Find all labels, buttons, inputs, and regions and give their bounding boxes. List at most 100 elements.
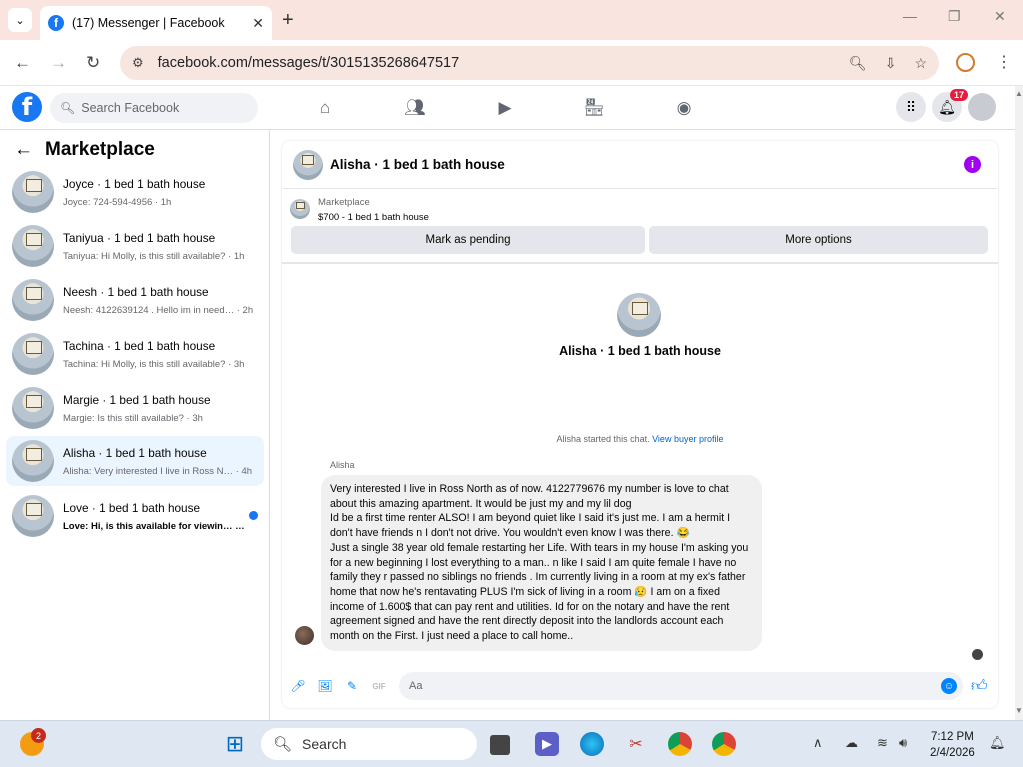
conversation-item[interactable]: Neesh · 1 bed 1 bath house Neesh: 4122639… <box>6 275 264 325</box>
message-input[interactable]: Aa ☺ <box>399 672 963 700</box>
site-info-icon[interactable]: ⚙ <box>132 55 144 71</box>
friends-icon[interactable]: 👥︎ <box>403 96 427 120</box>
facebook-search-input[interactable]: 🔍︎ Search Facebook <box>50 93 258 123</box>
new-tab-button[interactable]: + <box>282 9 294 32</box>
notification-center-icon[interactable]: 🔔︎ <box>989 735 1006 751</box>
conversation-avatar[interactable] <box>617 293 661 337</box>
conversation-item[interactable]: Margie · 1 bed 1 bath house Margie: Is th… <box>6 383 264 433</box>
scroll-up-icon[interactable]: ▲ <box>1015 89 1023 98</box>
profile-icon[interactable] <box>956 53 975 72</box>
account-avatar[interactable] <box>968 93 996 121</box>
conversation-name: Alisha · 1 bed 1 bath house <box>63 445 207 460</box>
thumbs-up-icon[interactable]: 👍︎ <box>971 677 988 696</box>
chat-header: Alisha · 1 bed 1 bath house i <box>282 141 998 189</box>
gif-icon[interactable]: GIF <box>370 677 388 695</box>
chat-title[interactable]: Alisha · 1 bed 1 bath house <box>330 157 505 172</box>
conversation-item[interactable]: Tachina · 1 bed 1 bath house Tachina: Hi … <box>6 329 264 379</box>
show-hidden-icons-icon[interactable]: ∧ <box>813 735 823 751</box>
divider <box>282 262 998 264</box>
browser-menu-icon[interactable]: ⋮ <box>996 52 1012 72</box>
unread-dot-icon <box>249 511 258 520</box>
conversation-item[interactable]: Love · 1 bed 1 bath house Love: Hi, is th… <box>6 491 264 541</box>
forward-button[interactable]: → <box>50 53 67 73</box>
conversation-name: Margie · 1 bed 1 bath house <box>63 392 211 407</box>
wifi-icon[interactable]: ≋ <box>877 735 888 751</box>
home-icon[interactable]: ⌂ <box>313 96 337 120</box>
sender-avatar[interactable] <box>295 626 314 645</box>
conversation-item[interactable]: Taniyua · 1 bed 1 bath house Taniyua: Hi … <box>6 221 264 271</box>
conversation-name: Neesh · 1 bed 1 bath house <box>63 284 209 299</box>
chat-listing-avatar[interactable] <box>293 149 323 180</box>
sticker-icon[interactable]: ✎ <box>343 677 361 695</box>
browser-tab-active[interactable]: f (17) Messenger | Facebook ✕ <box>40 6 272 40</box>
restore-button[interactable]: ❐ <box>948 8 961 25</box>
clock-time: 7:12 PM <box>930 731 974 743</box>
start-windows-icon[interactable]: ⊞ <box>223 731 247 756</box>
page-scrollbar[interactable]: ▲ ▼ <box>1015 86 1023 720</box>
back-arrow-icon[interactable]: ← <box>14 139 33 161</box>
conversation-name: Taniyua · 1 bed 1 bath house <box>63 230 216 245</box>
listing-avatar <box>12 279 54 321</box>
search-icon: 🔍︎ <box>60 101 76 115</box>
volume-icon[interactable]: 🔊︎ <box>899 735 907 751</box>
tab-search-button[interactable]: ⌄ <box>8 8 32 32</box>
listing-avatar <box>12 387 54 429</box>
conversation-name: Tachina · 1 bed 1 bath house <box>63 338 216 353</box>
emoji-icon[interactable]: ☺ <box>941 678 957 694</box>
chrome-icon[interactable] <box>668 732 692 756</box>
taskbar-search-label: Search <box>302 736 347 752</box>
snipping-tool-icon[interactable]: ✂ <box>624 732 648 756</box>
message-composer: 🎤︎ 🖼︎ ✎ GIF Aa ☺ 👍︎ <box>282 669 998 703</box>
microphone-icon[interactable]: 🎤︎ <box>289 677 307 695</box>
tab-title: (17) Messenger | Facebook <box>72 16 225 30</box>
menu-grid-icon[interactable]: ⠿ <box>896 92 926 122</box>
install-app-icon[interactable]: ⇩ <box>885 55 897 72</box>
task-view-icon[interactable] <box>490 735 510 755</box>
conversation-preview: Margie: Is this still available? · 3h <box>63 412 203 424</box>
message-bubble[interactable]: Very interested I live in Ross North as … <box>321 475 762 651</box>
photo-icon[interactable]: 🖼︎ <box>316 677 334 695</box>
address-bar-row: ← → ↻ ⚙ facebook.com/messages/t/30151352… <box>0 40 1023 86</box>
listing-price-title: $700 - 1 bed 1 bath house <box>318 212 429 223</box>
omnibox[interactable]: ⚙ facebook.com/messages/t/30151352686475… <box>120 46 939 80</box>
marketplace-icon[interactable]: 🏪︎ <box>582 96 606 120</box>
sidebar-header: ← Marketplace <box>14 139 155 161</box>
conversation-preview: Tachina: Hi Molly, is this still availab… <box>63 358 245 370</box>
scroll-down-icon[interactable]: ▼ <box>1015 706 1023 715</box>
url-text[interactable]: facebook.com/messages/t/3015135268647517 <box>158 55 831 71</box>
view-buyer-profile-link[interactable]: View buyer profile <box>652 434 723 444</box>
close-window-button[interactable]: ✕ <box>994 8 1006 25</box>
browser-tab-strip: ⌄ f (17) Messenger | Facebook ✕ + — ❐ ✕ <box>0 0 1023 40</box>
reload-button[interactable]: ↻ <box>86 53 100 73</box>
zoom-icon[interactable]: 🔍︎ <box>849 55 867 72</box>
windows-taskbar: 2 ⊞ 🔍︎ Search ▶ ✂ ∧ ☁ ≋ 🔊︎ 7:12 PM 2/4/2… <box>0 720 1023 767</box>
conversation-preview: Neesh: 4122639124 . Hello im in need… · … <box>63 304 254 316</box>
more-options-button[interactable]: More options <box>649 226 988 254</box>
video-icon[interactable]: ▶ <box>493 96 517 120</box>
message-text: Very interested I live in Ross North as … <box>330 483 749 643</box>
info-icon[interactable]: i <box>964 156 981 173</box>
close-tab-icon[interactable]: ✕ <box>252 15 264 32</box>
conversation-item-selected[interactable]: Alisha · 1 bed 1 bath house Alisha: Very … <box>6 436 264 486</box>
taskbar-clock[interactable]: 7:12 PM 2/4/2026 <box>930 729 975 761</box>
groups-icon[interactable]: ◉ <box>672 96 696 120</box>
minimize-button[interactable]: — <box>903 8 917 24</box>
meet-app-icon[interactable]: ▶ <box>535 732 559 756</box>
conversation-item[interactable]: Joyce · 1 bed 1 bath house Joyce: 724-594… <box>6 167 264 217</box>
facebook-logo-icon[interactable]: f <box>12 92 42 122</box>
edge-browser-icon[interactable] <box>580 732 604 756</box>
bookmark-star-icon[interactable]: ☆ <box>914 55 927 72</box>
conversation-preview: Joyce: 724-594-4956 · 1h <box>63 196 172 208</box>
facebook-favicon-icon: f <box>48 15 64 31</box>
chat-panel: Alisha · 1 bed 1 bath house i Marketplac… <box>282 141 998 708</box>
marketplace-listing-row[interactable]: Marketplace $700 - 1 bed 1 bath house <box>290 197 429 223</box>
cloud-sync-icon[interactable]: ☁ <box>845 735 858 751</box>
chrome-profile-icon[interactable] <box>712 732 736 756</box>
listing-avatar <box>12 333 54 375</box>
search-icon: 🔍︎ <box>273 736 293 753</box>
started-text: Alisha started this chat. <box>556 434 650 444</box>
mark-as-pending-button[interactable]: Mark as pending <box>291 226 645 254</box>
back-button[interactable]: ← <box>14 53 31 73</box>
listing-avatar <box>12 171 54 213</box>
taskbar-search[interactable]: 🔍︎ Search <box>261 728 477 760</box>
